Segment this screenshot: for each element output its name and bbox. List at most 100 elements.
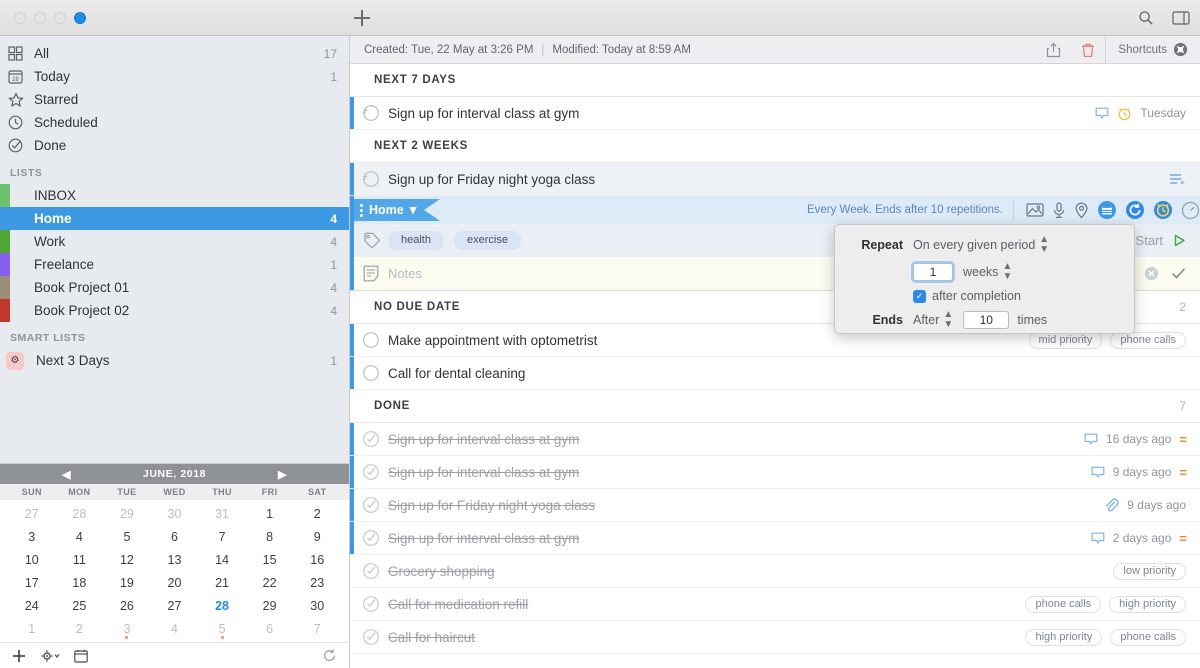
tag-chip[interactable]: exercise [453,231,521,250]
after-completion-line[interactable]: ✓ after completion [835,289,1134,303]
calendar-day[interactable]: 27 [151,594,199,617]
tag-chip[interactable]: health [388,231,444,250]
tag-chip[interactable]: mid priority [1028,331,1103,349]
minimize-button[interactable] [34,11,46,24]
calendar-icon[interactable] [1097,200,1117,220]
task-checkbox-done[interactable] [354,562,388,580]
task-checkbox-done[interactable] [354,496,388,514]
calendar-day[interactable]: 2 [56,617,104,640]
task-checkbox-repeat[interactable] [354,104,388,122]
calendar-day[interactable]: 24 [8,594,56,617]
calendar-day[interactable]: 29 [246,594,294,617]
calendar-day[interactable]: 2 [293,502,341,525]
task-checkbox[interactable] [354,364,388,382]
calendar-day[interactable]: 29 [103,502,151,525]
subtasks-icon[interactable] [1169,172,1186,186]
calendar-day[interactable]: 6 [151,525,199,548]
sidebar-list-work[interactable]: Work 4 [0,230,349,253]
gear-icon[interactable] [40,649,60,663]
task-row[interactable]: Sign up for interval class at gym Tuesda… [350,97,1200,130]
calendar-day[interactable]: 6 [246,617,294,640]
calendar-day[interactable]: 5 [198,617,246,640]
calendar-day[interactable]: 19 [103,571,151,594]
confirm-icon[interactable] [1171,267,1186,280]
timer-icon[interactable] [1181,201,1200,220]
calendar-day[interactable]: 11 [56,548,104,571]
ends-count-input[interactable]: 10 [963,311,1010,329]
microphone-icon[interactable] [1052,201,1066,219]
calendar-day[interactable]: 5 [103,525,151,548]
calendar-day[interactable]: 31 [198,502,246,525]
tag-chip[interactable]: phone calls [1025,595,1102,613]
priority-indicator[interactable]: = [1179,465,1187,480]
task-checkbox-done[interactable] [354,595,388,613]
repeat-mode-select[interactable]: On every given period [913,238,1035,252]
add-task-button[interactable] [352,8,372,28]
detail-list-selector[interactable]: Home ▾ [354,199,441,221]
zoom-button[interactable] [54,11,66,24]
calendar-day[interactable]: 7 [293,617,341,640]
image-icon[interactable] [1026,202,1044,218]
status-dot[interactable] [74,11,86,24]
task-row[interactable]: Call for haircut high priority phone cal… [350,621,1200,654]
comment-icon[interactable] [1095,106,1109,120]
priority-indicator[interactable]: = [1179,432,1187,447]
task-checkbox-done[interactable] [354,628,388,646]
task-row[interactable]: Sign up for interval class at gym 16 day… [350,423,1200,456]
calendar-day[interactable]: 30 [151,502,199,525]
task-row[interactable]: Sign up for interval class at gym 2 days… [350,522,1200,555]
search-icon[interactable] [1138,10,1154,26]
calendar-day[interactable]: 23 [293,571,341,594]
task-checkbox-done[interactable] [354,430,388,448]
calendar-day[interactable]: 1 [8,617,56,640]
calendar-day[interactable]: 18 [56,571,104,594]
sidebar-list-book-project-02[interactable]: Book Project 02 4 [0,299,349,322]
calendar-day[interactable]: 3 [103,617,151,640]
location-icon[interactable] [1074,202,1089,219]
calendar-day[interactable]: 20 [151,571,199,594]
sidebar-list-freelance[interactable]: Freelance 1 [0,253,349,276]
calendar-prev-button[interactable]: ◀ [62,468,71,481]
sidebar-toggle-icon[interactable] [1172,10,1190,26]
shortcuts-button[interactable]: Shortcuts [1105,36,1200,63]
calendar-day[interactable]: 22 [246,571,294,594]
sidebar-list-home[interactable]: Home 4 [0,207,349,230]
calendar-next-button[interactable]: ▶ [278,468,287,481]
play-icon[interactable] [1173,234,1186,247]
repeat-interval-unit[interactable]: weeks [963,265,998,279]
tag-chip[interactable]: high priority [1025,628,1103,646]
tag-chip[interactable]: low priority [1113,562,1186,580]
repeat-popover[interactable]: Repeat On every given period ▲ ▼ 1 weeks … [834,224,1135,334]
calendar-day[interactable]: 10 [8,548,56,571]
attachment-icon[interactable] [1104,498,1119,513]
comment-icon[interactable] [1091,465,1105,479]
chevron-updown-icon[interactable]: ▲ ▼ [1002,262,1012,282]
close-button[interactable] [14,11,26,24]
calendar-day[interactable]: 9 [293,525,341,548]
chevron-updown-icon[interactable]: ▲ ▼ [943,310,953,330]
task-row-selected[interactable]: Sign up for Friday night yoga class [350,163,1200,196]
calendar-day[interactable]: 14 [198,548,246,571]
tag-chip[interactable]: phone calls [1110,331,1186,349]
calendar-day[interactable]: 28 [56,502,104,525]
tag-chip[interactable]: high priority [1109,595,1186,613]
calendar-icon[interactable] [74,649,88,663]
comment-icon[interactable] [1091,531,1105,545]
ends-mode-select[interactable]: After [913,313,939,327]
window-controls[interactable] [0,11,86,24]
calendar-day[interactable]: 4 [56,525,104,548]
calendar-day[interactable]: 13 [151,548,199,571]
task-checkbox-done[interactable] [354,529,388,547]
task-checkbox[interactable] [354,331,388,349]
priority-indicator[interactable]: = [1179,531,1187,546]
comment-icon[interactable] [1084,432,1098,446]
task-row[interactable]: Call for dental cleaning [350,357,1200,390]
calendar-day[interactable]: 21 [198,571,246,594]
drag-handle-icon[interactable] [360,203,363,217]
calendar-day[interactable]: 15 [246,548,294,571]
cancel-icon[interactable] [1144,266,1159,281]
sidebar-list-book-project-01[interactable]: Book Project 01 4 [0,276,349,299]
calendar-day[interactable]: 26 [103,594,151,617]
task-checkbox-repeat[interactable] [354,170,388,188]
refresh-icon[interactable] [322,648,337,663]
